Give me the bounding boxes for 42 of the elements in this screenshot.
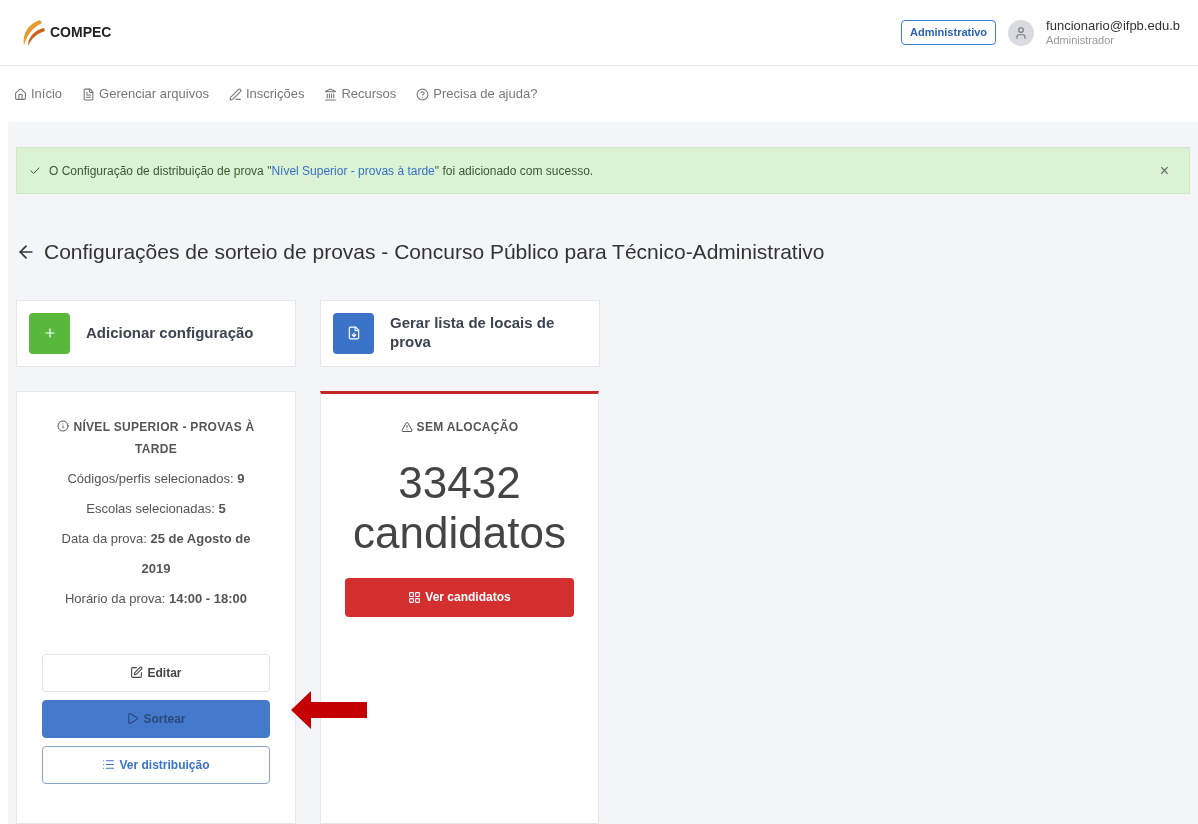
play-icon	[126, 712, 140, 725]
logo-text: COMPEC	[50, 23, 112, 42]
action-card[interactable]: Gerar lista de locais de prova	[320, 299, 600, 367]
document-icon	[333, 312, 374, 354]
candidate-unit: candidatos	[353, 507, 566, 558]
avatar-icon	[1008, 19, 1035, 46]
alert-message: O Configuração de distribuição de prova "Nível Superior - provas à tarde" foi adicionado com sucesso.	[49, 162, 594, 180]
config-detail: Data da prova: 25 de Agosto de 2019	[60, 529, 252, 578]
nav-link[interactable]: Recursos	[324, 84, 397, 104]
edit-icon	[130, 666, 144, 679]
config-detail: Horário da prova: 14:00 - 18:00	[64, 589, 248, 608]
plus-icon	[29, 312, 70, 354]
nav-link[interactable]: Gerenciar arquivos	[82, 84, 209, 104]
nav-link[interactable]: Precisa de ajuda?	[416, 84, 538, 104]
user-email: funcionario@ifpb.edu.b	[1046, 17, 1180, 34]
help-icon	[416, 87, 430, 101]
nav-link[interactable]: Inscrições	[228, 84, 305, 104]
nav-link[interactable]: Início	[14, 84, 63, 104]
config-detail: Códigos/perfis selecionados: 9	[67, 469, 245, 488]
document-icon	[82, 87, 96, 101]
view-candidates-button[interactable]: Ver candidatos	[345, 577, 574, 617]
home-icon	[14, 87, 27, 101]
config-detail: Escolas selecionadas: 5	[86, 499, 226, 518]
close-button[interactable]: ×	[1159, 158, 1177, 183]
status-title: SEM ALOCAÇÃO	[400, 417, 519, 436]
candidate-count: 33432	[398, 457, 521, 508]
edit-button[interactable]: Editar	[42, 653, 270, 692]
info-icon	[57, 420, 70, 433]
list-button[interactable]: Ver distribuição	[42, 745, 270, 784]
alert-link[interactable]: Nível Superior - provas à tarde	[271, 163, 435, 178]
user-role: Administrador	[1046, 33, 1115, 48]
action-card[interactable]: Adicionar configuração	[16, 299, 296, 367]
warning-icon	[400, 420, 413, 433]
pen-icon	[228, 87, 242, 101]
role-badge[interactable]: Administrativo	[901, 20, 997, 45]
grid-icon	[408, 590, 422, 604]
bank-icon	[324, 87, 338, 101]
config-title: NÍVEL SUPERIOR - PROVAS À TARDE	[51, 415, 261, 460]
action-label: Adicionar configuração	[86, 323, 254, 343]
list-icon	[102, 758, 116, 771]
page-title: Configurações de sorteio de provas - Concurso Público para Técnico-Administrativo	[44, 239, 825, 265]
action-label: Gerar lista de locais de prova	[390, 314, 556, 352]
